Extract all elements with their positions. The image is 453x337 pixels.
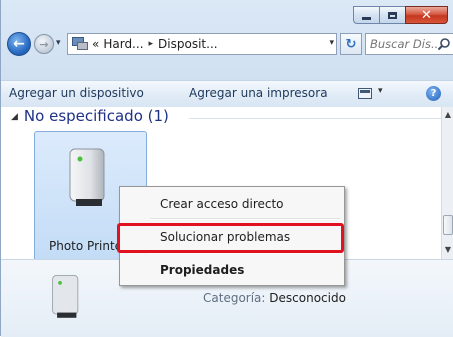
address-bar[interactable]: « Hard... ▸ Disposit... ▾ (67, 33, 337, 55)
help-button[interactable]: ? (426, 86, 441, 101)
back-arrow-icon: ← (13, 36, 25, 52)
add-printer-button[interactable]: Agregar una impresora (189, 86, 328, 100)
breadcrumb-overflow[interactable]: « (92, 37, 99, 51)
change-view-button[interactable]: ▾ (358, 86, 386, 101)
close-icon: ✕ (421, 7, 432, 23)
device-label: Photo Printe (49, 239, 123, 253)
breadcrumb-separator-icon[interactable]: ▸ (149, 39, 154, 49)
add-device-button[interactable]: Agregar un dispositivo (9, 86, 144, 100)
refresh-button[interactable]: ↻ (340, 33, 362, 55)
caption-buttons: ✕ (353, 6, 448, 24)
group-divider (189, 118, 441, 119)
vertical-scrollbar[interactable]: ▲ ▼ (441, 107, 453, 259)
search-input[interactable] (370, 37, 438, 51)
recent-pages-dropdown-icon[interactable]: ▾ (56, 38, 61, 48)
search-box[interactable] (365, 33, 453, 55)
close-button[interactable]: ✕ (405, 6, 448, 24)
breadcrumb-devices[interactable]: Disposit... (158, 37, 218, 51)
menu-separator (150, 218, 340, 220)
view-options-icon (358, 88, 372, 99)
scroll-thumb[interactable] (443, 215, 453, 235)
menu-item-properties[interactable]: Propiedades (160, 263, 244, 277)
maximize-icon (388, 11, 397, 19)
address-row: ← → ▾ « Hard... ▸ Disposit... ▾ ↻ (1, 30, 453, 58)
view-dropdown-icon: ▾ (378, 86, 383, 96)
group-header[interactable]: ◢ No especificado (1) (11, 107, 169, 125)
menu-item-create-shortcut[interactable]: Crear acceso directo (160, 197, 284, 211)
forward-arrow-icon: → (39, 37, 49, 51)
scroll-down-icon[interactable]: ▼ (442, 245, 453, 254)
collapse-arrow-icon[interactable]: ◢ (11, 112, 18, 122)
devices-printers-icon (72, 37, 88, 51)
details-category: Categoría: Desconocido (203, 291, 346, 305)
minimize-button[interactable] (353, 6, 379, 24)
maximize-button[interactable] (379, 6, 405, 24)
address-dropdown-icon[interactable]: ▾ (329, 38, 334, 48)
printer-thumbnail-icon (52, 275, 79, 318)
refresh-icon: ↻ (345, 36, 357, 52)
scroll-up-icon[interactable]: ▲ (442, 110, 453, 119)
back-button[interactable]: ← (7, 32, 31, 56)
breadcrumb-hardware[interactable]: Hard... (103, 37, 143, 51)
printer-device-icon (69, 148, 105, 206)
highlight-annotation (117, 223, 344, 253)
category-value: Desconocido (269, 291, 346, 305)
help-icon: ? (430, 88, 437, 99)
command-bar: Agregar un dispositivo Agregar una impre… (1, 80, 453, 108)
search-icon[interactable] (437, 37, 451, 51)
explorer-window: ✕ ← → ▾ « Hard... ▸ Disposit... ▾ ↻ Agre… (0, 0, 453, 337)
group-title: No especificado (1) (23, 107, 169, 125)
forward-button[interactable]: → (34, 34, 54, 54)
minimize-icon (362, 16, 371, 20)
category-label: Categoría: (203, 291, 266, 305)
